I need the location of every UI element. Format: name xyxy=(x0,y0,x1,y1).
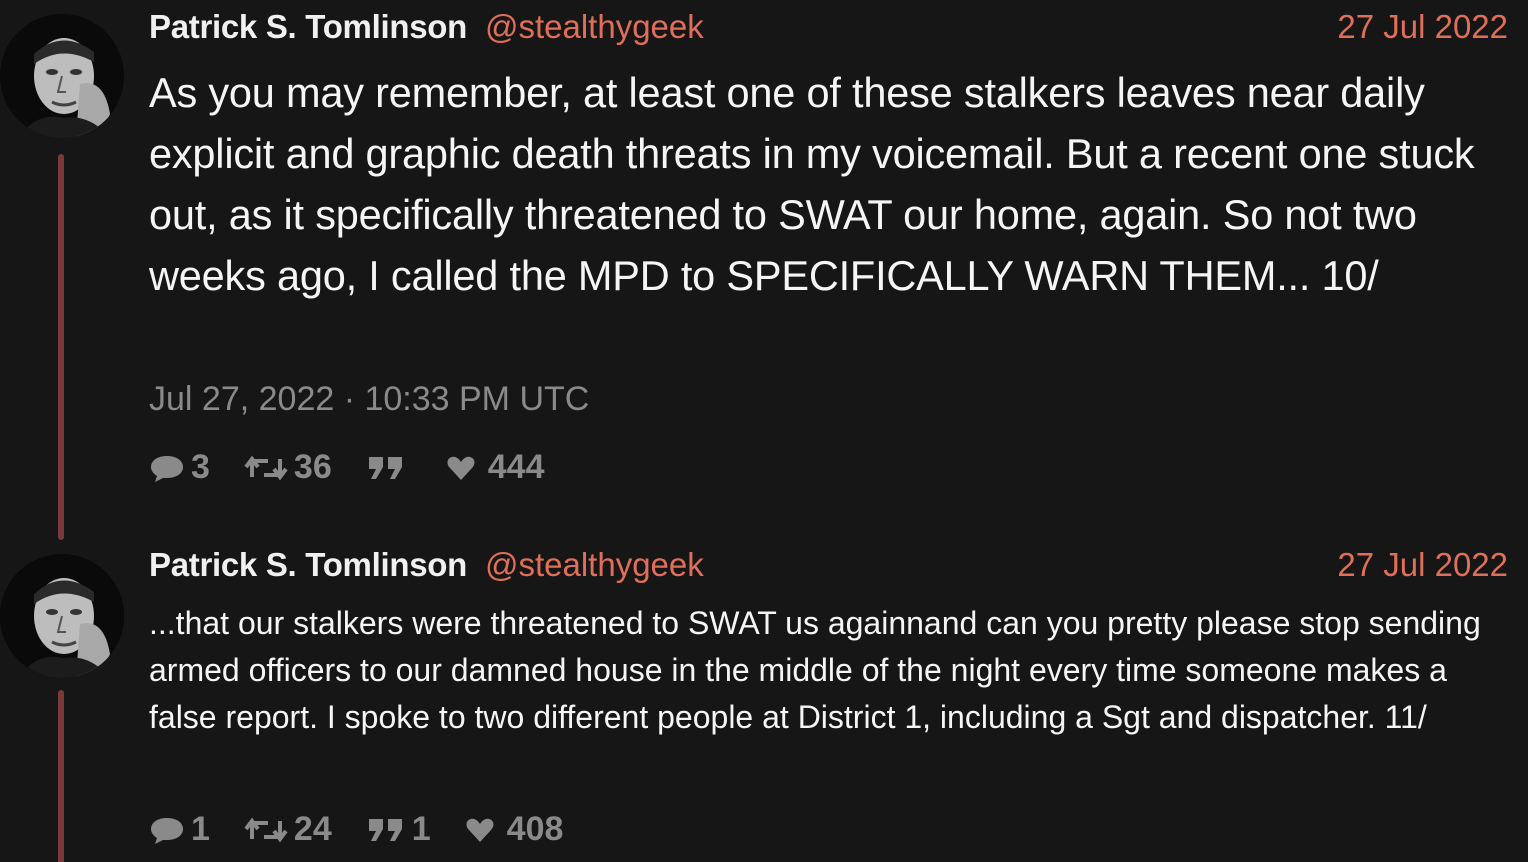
like-count: 444 xyxy=(487,448,545,486)
comment-stat[interactable]: 3 xyxy=(149,448,210,487)
tweet-stats: 3 36 444 xyxy=(149,448,578,487)
author-fullname[interactable]: Patrick S. Tomlinson xyxy=(149,8,467,46)
comment-icon xyxy=(151,455,183,482)
retweet-icon xyxy=(244,817,288,842)
avatar[interactable] xyxy=(0,554,124,678)
quote-stat[interactable] xyxy=(366,453,412,483)
tweet-published: Jul 27, 2022 · 10:33 PM UTC xyxy=(149,380,590,418)
comment-count: 3 xyxy=(191,448,210,486)
author-username[interactable]: @stealthygeek xyxy=(485,8,704,46)
avatar[interactable] xyxy=(0,14,124,138)
comment-count: 1 xyxy=(191,810,210,848)
author-fullname[interactable]: Patrick S. Tomlinson xyxy=(149,546,467,584)
like-stat[interactable]: 408 xyxy=(465,810,564,849)
retweet-count: 36 xyxy=(293,448,332,486)
comment-icon xyxy=(151,817,183,844)
thread-line xyxy=(58,154,64,540)
thread-line xyxy=(58,690,64,862)
like-count: 408 xyxy=(506,810,564,848)
heart-icon xyxy=(466,818,494,842)
quote-icon xyxy=(368,456,402,479)
author-username[interactable]: @stealthygeek xyxy=(485,546,704,584)
retweet-count: 24 xyxy=(293,810,332,848)
quote-icon xyxy=(368,818,402,841)
comment-stat[interactable]: 1 xyxy=(149,810,210,849)
tweet-date[interactable]: 27 Jul 2022 xyxy=(1337,546,1508,584)
retweet-stat[interactable]: 24 xyxy=(244,810,332,849)
quote-stat[interactable]: 1 xyxy=(366,810,431,849)
avatar-photo-icon xyxy=(0,14,124,138)
quote-count: 1 xyxy=(411,810,431,848)
tweet-header: Patrick S. Tomlinson @stealthygeek xyxy=(149,8,704,48)
tweet-content: ...that our stalkers were threatened to … xyxy=(149,605,1481,735)
tweet-content: As you may remember, at least one of the… xyxy=(149,69,1475,299)
tweet-header: Patrick S. Tomlinson @stealthygeek xyxy=(149,546,704,586)
tweet-1: Patrick S. Tomlinson @stealthygeek 27 Ju… xyxy=(0,0,1528,540)
tweet-stats: 1 24 1 408 xyxy=(149,810,597,849)
heart-icon xyxy=(447,456,475,480)
retweet-stat[interactable]: 36 xyxy=(244,448,332,487)
avatar-photo-icon xyxy=(0,554,124,678)
retweet-icon xyxy=(244,455,288,480)
like-stat[interactable]: 444 xyxy=(446,448,545,487)
tweet-date[interactable]: 27 Jul 2022 xyxy=(1337,8,1508,46)
